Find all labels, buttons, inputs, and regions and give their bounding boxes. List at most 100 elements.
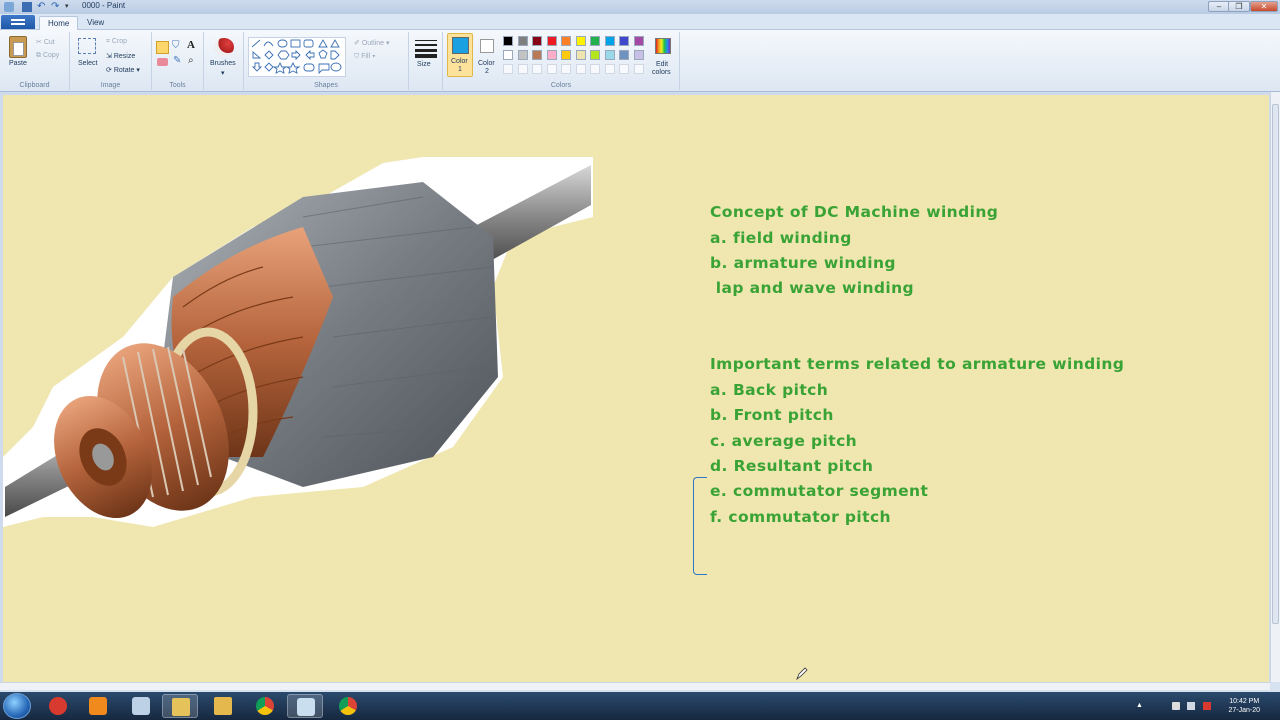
colors-group: Colors Edit colors — [443, 32, 680, 90]
select-label: Select — [78, 60, 98, 67]
palette-swatch[interactable] — [561, 50, 571, 60]
size-group[interactable]: Size — [409, 32, 443, 90]
action-center-icon[interactable] — [1203, 702, 1211, 710]
minimize-button[interactable]: – — [1208, 1, 1230, 12]
network-icon[interactable] — [1187, 702, 1195, 710]
custom-color-slot[interactable] — [517, 64, 528, 74]
taskbar-file-explorer[interactable] — [123, 694, 159, 718]
customize-toolbar-icon[interactable]: ▾ — [65, 2, 75, 12]
palette-swatch[interactable] — [532, 36, 542, 46]
vertical-scrollbar[interactable] — [1270, 92, 1280, 682]
custom-color-slot[interactable] — [532, 64, 542, 74]
palette-swatch[interactable] — [619, 36, 629, 46]
start-button[interactable] — [3, 693, 31, 719]
canvas-text-line: b. Front pitch — [710, 406, 834, 424]
copy-button[interactable]: ⧉ Copy — [36, 52, 59, 60]
taskbar-tools[interactable] — [205, 694, 241, 718]
taskbar-paint-app[interactable] — [40, 694, 76, 718]
save-icon[interactable] — [22, 2, 32, 12]
taskbar-paint-active[interactable] — [287, 694, 323, 718]
taskbar-media-player[interactable] — [80, 694, 116, 718]
custom-color-slot[interactable] — [633, 64, 644, 74]
custom-color-slot[interactable] — [503, 64, 513, 74]
tab-home[interactable]: Home — [39, 16, 79, 30]
palette-swatch[interactable] — [532, 50, 542, 60]
select-button[interactable] — [78, 38, 96, 54]
fill-label: Fill — [361, 53, 371, 60]
tools-group: ⛉ A ✎ ⌕ Tools — [152, 32, 204, 90]
palette-swatch[interactable] — [604, 36, 615, 46]
tray-expand-icon[interactable]: ▲ — [1136, 702, 1144, 710]
tab-view[interactable]: View — [79, 16, 112, 30]
brushes-group[interactable]: Brushes ▾ — [204, 32, 244, 90]
clipboard-group: Paste ✂ Cut ⧉ Copy Clipboard — [0, 32, 70, 90]
close-button[interactable]: ✕ — [1250, 1, 1278, 12]
canvas-text-line: f. commutator pitch — [710, 508, 891, 526]
volume-icon[interactable] — [1172, 702, 1180, 710]
palette-swatch[interactable] — [503, 36, 513, 46]
maximize-button[interactable]: ❐ — [1228, 1, 1250, 12]
palette-swatch[interactable] — [546, 50, 557, 60]
palette-swatch[interactable] — [633, 50, 644, 60]
palette-swatch[interactable] — [633, 36, 644, 46]
redo-icon[interactable]: ↷ — [51, 2, 61, 12]
paste-button[interactable] — [9, 36, 27, 58]
color-wheel-icon — [655, 38, 671, 54]
edit-colors-label: Edit — [656, 61, 669, 68]
palette-swatch[interactable] — [561, 36, 571, 46]
fill-bucket-icon[interactable]: ⛉ — [172, 40, 180, 51]
palette-swatch[interactable] — [575, 50, 586, 60]
custom-color-slot[interactable] — [575, 64, 586, 74]
palette-swatch[interactable] — [517, 50, 528, 60]
window-title: 0000 - Paint — [82, 1, 126, 10]
colors-group-label: Colors — [550, 82, 572, 89]
paint-app-icon[interactable] — [4, 2, 14, 12]
fill-button[interactable]: ⛉ Fill ▾ — [354, 53, 376, 61]
magnifier-icon[interactable]: ⌕ — [188, 55, 194, 66]
undo-icon[interactable]: ↶ — [37, 2, 47, 12]
workspace: Concept of DC Machine winding a. field wi… — [0, 92, 1270, 682]
resize-button[interactable]: ⇲ Resize — [106, 52, 135, 60]
chrome-icon — [256, 697, 274, 715]
brush-icon — [214, 38, 234, 56]
text-tool-icon[interactable]: A — [187, 39, 195, 51]
crop-label: Crop — [111, 38, 128, 45]
custom-color-slot[interactable] — [590, 64, 600, 74]
palette-swatch[interactable] — [590, 36, 600, 46]
edit-colors-button[interactable]: Edit colors — [649, 35, 675, 79]
custom-color-slot[interactable] — [619, 64, 629, 74]
crop-button[interactable]: ⌗ Crop — [106, 38, 127, 46]
palette-swatch[interactable] — [590, 50, 600, 60]
outline-button[interactable]: ✐ Outline ▾ — [354, 39, 389, 47]
palette-swatch[interactable] — [619, 50, 629, 60]
rotate-button[interactable]: ⟳ Rotate ▾ — [106, 66, 140, 74]
media-player-icon — [89, 697, 107, 715]
title-bar: ↶ ↷ ▾ 0000 - Paint – ❐ ✕ — [0, 0, 1280, 14]
size-line-medium — [415, 44, 437, 46]
canvas-text-line: Important terms related to armature wind… — [710, 355, 1125, 373]
taskbar-chrome-2[interactable] — [330, 694, 366, 718]
file-menu-button[interactable] — [1, 15, 35, 29]
custom-color-slot[interactable] — [546, 64, 557, 74]
eraser-icon[interactable] — [157, 58, 168, 66]
system-clock[interactable]: 10:42 PM 27-Jan-20 — [1228, 697, 1260, 715]
vertical-scroll-thumb[interactable] — [1272, 104, 1279, 624]
explorer-icon — [132, 697, 150, 715]
taskbar-folder[interactable] — [162, 694, 198, 718]
palette-swatch[interactable] — [575, 36, 586, 46]
shapes-gallery[interactable] — [248, 37, 346, 77]
palette-swatch[interactable] — [517, 36, 528, 46]
palette-swatch[interactable] — [604, 50, 615, 60]
pencil-icon[interactable] — [156, 41, 169, 54]
cut-button[interactable]: ✂ Cut — [36, 38, 55, 46]
canvas-text-line: b. armature winding — [710, 254, 896, 272]
palette-swatch[interactable] — [503, 50, 513, 60]
drawing-canvas[interactable]: Concept of DC Machine winding a. field wi… — [3, 95, 1269, 682]
color-picker-icon[interactable]: ✎ — [173, 55, 181, 66]
custom-color-slot[interactable] — [561, 64, 571, 74]
custom-color-slot[interactable] — [604, 64, 615, 74]
clipboard-group-label: Clipboard — [19, 82, 50, 89]
palette-swatch[interactable] — [546, 36, 557, 46]
horizontal-scrollbar[interactable] — [0, 682, 1270, 690]
taskbar-chrome[interactable] — [247, 694, 283, 718]
